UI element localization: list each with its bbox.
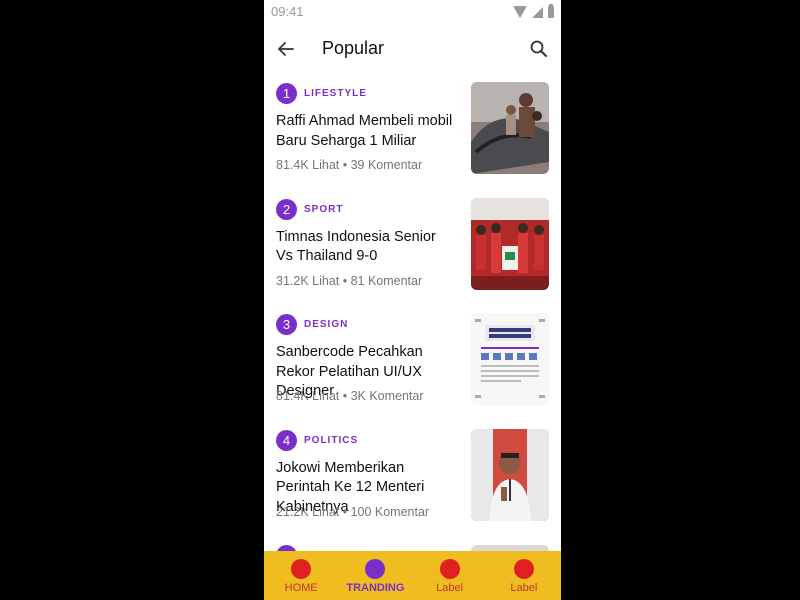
tranding-icon <box>365 559 386 579</box>
app-bar: Popular <box>264 24 561 74</box>
news-item[interactable]: 1 LIFESTYLE Raffi Ahmad Membeli mobil Ba… <box>264 82 561 198</box>
category-label: LIFESTYLE <box>304 88 367 99</box>
news-headline: Timnas Indonesia Senior Vs Thailand 9-0 <box>276 228 436 265</box>
page-title: Popular <box>322 38 385 58</box>
news-meta: 21.2K Lihat • 100 Komentar <box>276 504 430 519</box>
signal-icon <box>532 6 543 18</box>
status-bar: 09:41 <box>264 0 561 24</box>
nav-home[interactable]: HOME <box>264 551 338 600</box>
nav-placeholder-icon <box>439 559 460 579</box>
arrow-left-icon[interactable] <box>276 39 296 59</box>
rank-badge: 3 <box>276 314 297 335</box>
news-thumbnail <box>471 313 549 405</box>
status-icons <box>513 4 554 19</box>
news-headline: Raffi Ahmad Membeli mobil Baru Seharga 1… <box>276 113 453 149</box>
news-list: 1 LIFESTYLE Raffi Ahmad Membeli mobil Ba… <box>264 82 561 544</box>
nav-label-4[interactable]: Label <box>487 551 561 600</box>
nav-placeholder-icon <box>513 559 534 579</box>
nav-label-3[interactable]: Label <box>413 551 487 600</box>
rank-badge: 2 <box>276 198 297 220</box>
category-label: POLITICS <box>304 434 359 446</box>
battery-icon <box>548 4 554 18</box>
rank-badge: 1 <box>276 83 297 104</box>
news-meta: 81.4K Lihat • 3K Komentar <box>276 389 424 403</box>
status-time: 09:41 <box>271 4 304 19</box>
news-meta: 81.4K Lihat • 39 Komentar <box>276 158 423 172</box>
rank-badge: 4 <box>276 429 297 451</box>
phone-screen: 09:41 Popular 1 LIFESTYLE Raffi Ahmad Me… <box>264 0 561 600</box>
nav-label: TRANDING <box>346 582 405 594</box>
wifi-icon <box>513 6 527 18</box>
news-item[interactable]: 3 DESIGN Sanbercode Pecahkan Rekor Pelat… <box>264 313 561 429</box>
home-icon <box>291 559 312 579</box>
category-label: SPORT <box>304 203 344 215</box>
news-item[interactable]: 2 SPORT Timnas Indonesia Senior Vs Thail… <box>264 197 561 314</box>
news-thumbnail <box>471 428 549 521</box>
search-icon[interactable] <box>529 39 549 59</box>
nav-label: Label <box>436 582 464 594</box>
nav-label: HOME <box>284 582 318 594</box>
nav-tranding[interactable]: TRANDING <box>338 551 412 600</box>
news-meta: 31.2K Lihat • 81 Komentar <box>276 273 423 288</box>
news-item[interactable]: 4 POLITICS Jokowi Memberikan Perintah Ke… <box>264 428 561 545</box>
news-thumbnail <box>471 82 549 174</box>
nav-label: Label <box>510 582 538 594</box>
news-thumbnail <box>471 197 549 290</box>
bottom-nav: HOME TRANDING Label Label <box>264 551 561 600</box>
category-label: DESIGN <box>304 319 349 330</box>
